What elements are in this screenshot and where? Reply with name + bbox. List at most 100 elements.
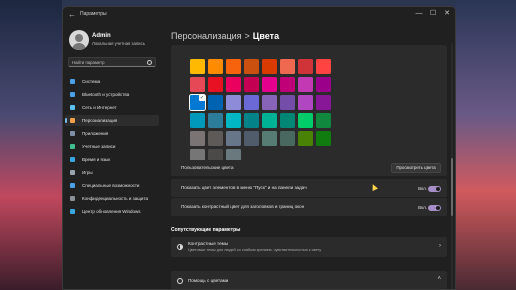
accent-color-swatch[interactable] [208, 77, 223, 92]
accent-color-swatch[interactable] [262, 95, 277, 110]
accent-color-swatch[interactable] [280, 131, 295, 146]
accent-color-swatch[interactable] [316, 59, 331, 74]
accent-color-swatch[interactable] [208, 95, 223, 110]
contrast-themes-subtitle: Цветовые темы для людей со слабым зрение… [188, 248, 322, 252]
accent-color-swatch[interactable] [226, 77, 241, 92]
maximize-button[interactable]: ☐ [427, 9, 439, 19]
accent-color-swatch[interactable]: ✓ [188, 93, 207, 112]
view-colors-button[interactable]: Просмотреть цвета [391, 163, 441, 173]
sidebar-item[interactable]: Центр обновления Windows [65, 206, 159, 217]
desktop-wallpaper-right [456, 0, 516, 290]
bluetooth-icon [70, 92, 75, 97]
accent-color-swatch[interactable] [298, 95, 313, 110]
avatar[interactable] [69, 30, 89, 50]
sidebar-item-label: Приложения [82, 131, 109, 136]
accent-color-swatch[interactable] [226, 59, 241, 74]
contrast-themes-row[interactable]: Контрастные темы Цветовые темы для людей… [171, 237, 447, 257]
toggle-label-start-taskbar: Показать цвет элементов в меню "Пуск" и … [181, 185, 307, 190]
accent-color-swatch[interactable] [280, 113, 295, 128]
accent-color-swatch[interactable] [280, 77, 295, 92]
accent-color-swatch[interactable] [226, 95, 241, 110]
title-bar: ← Параметры — ☐ ✕ [63, 7, 455, 23]
sidebar-item[interactable]: Учетные записи [65, 141, 159, 152]
accent-color-swatch[interactable] [262, 59, 277, 74]
accent-color-swatch[interactable] [244, 95, 259, 110]
help-globe-icon [177, 278, 183, 284]
accent-color-swatch[interactable] [190, 59, 205, 74]
breadcrumb-parent[interactable]: Персонализация [171, 31, 242, 41]
sidebar-item[interactable]: Система [65, 76, 159, 87]
color-help-row[interactable]: Помощь с цветами ˄ [171, 271, 447, 289]
sidebar-item[interactable]: Конфиденциальность и защита [65, 193, 159, 204]
toggle-switch-title-bars[interactable] [428, 205, 441, 211]
minimize-button[interactable]: — [413, 9, 425, 19]
checkmark-icon: ✓ [199, 95, 205, 101]
toggle-label-title-bars: Показать контрастный цвет для заголовков… [181, 204, 305, 209]
breadcrumb-separator: > [244, 31, 250, 41]
search-icon[interactable] [147, 60, 152, 65]
sidebar-item[interactable]: Сеть и Интернет [65, 102, 159, 113]
sidebar-item-label: Bluetooth и устройства [82, 92, 130, 97]
sidebar-item[interactable]: Приложения [65, 128, 159, 139]
accent-color-swatch[interactable] [226, 113, 241, 128]
accent-color-swatch[interactable] [262, 113, 277, 128]
sidebar-item[interactable]: Персонализация [65, 115, 159, 126]
accent-color-swatch[interactable] [190, 131, 205, 146]
accent-color-swatch[interactable] [280, 95, 295, 110]
chevron-right-icon: › [439, 243, 441, 249]
accent-color-swatch[interactable] [244, 131, 259, 146]
toggle-switch-start-taskbar[interactable] [428, 186, 441, 192]
custom-colors-label: Пользовательские цвета [181, 165, 234, 170]
sidebar-item-label: Система [82, 79, 101, 84]
sidebar-item[interactable]: Время и язык [65, 154, 159, 165]
sidebar: Admin Локальная учетная запись Система Bl… [63, 23, 161, 289]
accent-color-swatch[interactable] [298, 59, 313, 74]
page-title: Цвета [252, 31, 280, 41]
back-arrow-icon[interactable]: ← [67, 10, 77, 20]
sidebar-item[interactable]: Bluetooth и устройства [65, 89, 159, 100]
scrollbar[interactable] [451, 43, 453, 289]
desktop-wallpaper-left [0, 0, 62, 290]
search-input[interactable] [72, 58, 148, 66]
accent-color-swatch[interactable] [298, 113, 313, 128]
accent-color-swatch[interactable] [262, 131, 277, 146]
accent-color-swatch[interactable] [244, 77, 259, 92]
close-button[interactable]: ✕ [441, 9, 453, 19]
accent-color-swatch[interactable] [298, 131, 313, 146]
sidebar-item-label: Центр обновления Windows [82, 209, 141, 214]
accent-color-swatch[interactable] [262, 77, 277, 92]
sidebar-item[interactable]: Специальные возможности [65, 180, 159, 191]
scrollbar-thumb[interactable] [451, 158, 453, 216]
accent-color-swatch[interactable] [316, 77, 331, 92]
accessibility-icon [70, 183, 75, 188]
chevron-up-icon[interactable]: ˄ [437, 276, 441, 282]
toggle-knob [436, 206, 440, 210]
sidebar-item-label: Специальные возможности [82, 183, 140, 188]
settings-window: ← Параметры — ☐ ✕ Admin Локальная учетна… [62, 6, 456, 290]
accent-color-swatch[interactable] [298, 77, 313, 92]
accent-color-swatch[interactable] [280, 59, 295, 74]
accent-color-swatch[interactable] [316, 131, 331, 146]
accent-color-swatch[interactable] [208, 131, 223, 146]
accounts-icon [70, 144, 75, 149]
user-name: Admin [92, 33, 111, 39]
sidebar-item[interactable]: Игры [65, 167, 159, 178]
accent-color-swatch[interactable] [208, 113, 223, 128]
accent-color-swatch[interactable] [244, 59, 259, 74]
accent-color-swatch[interactable] [226, 131, 241, 146]
accent-color-swatch[interactable] [316, 95, 331, 110]
contrast-icon-half [180, 245, 182, 249]
accent-color-swatch[interactable] [244, 113, 259, 128]
sidebar-item-label: Конфиденциальность и защита [82, 196, 148, 201]
shield-icon [70, 196, 75, 201]
update-icon [70, 209, 75, 214]
accent-color-swatch[interactable] [190, 113, 205, 128]
accent-color-swatch[interactable] [190, 77, 205, 92]
avatar-head [75, 34, 83, 42]
search-box[interactable] [68, 57, 156, 67]
contrast-icon [177, 244, 183, 250]
accent-color-swatch[interactable] [316, 113, 331, 128]
accent-color-swatch[interactable] [208, 59, 223, 74]
accent-color-card: ✓ [171, 45, 447, 169]
toggle-row-start-taskbar: Показать цвет элементов в меню "Пуск" и … [171, 179, 447, 197]
